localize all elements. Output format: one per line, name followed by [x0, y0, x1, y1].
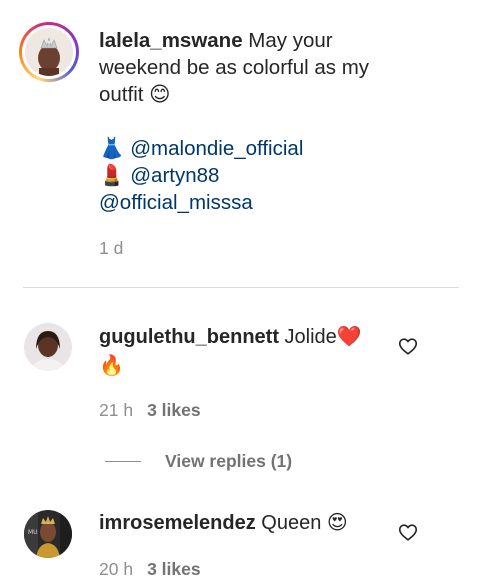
- like-comment-button[interactable]: [397, 335, 419, 357]
- lipstick-emoji: 💄: [99, 163, 125, 187]
- like-comment-button[interactable]: [397, 521, 419, 543]
- comment-time: 21 h: [99, 400, 134, 420]
- comment-username[interactable]: imrosemelendez: [99, 512, 256, 534]
- caption-username[interactable]: lalela_mswane: [99, 29, 243, 52]
- heart-outline-icon: [398, 524, 418, 541]
- svg-text:MU: MU: [28, 529, 38, 536]
- mention-misssa-link[interactable]: @official_misssa: [99, 191, 253, 214]
- caption-text-line3: outfit: [99, 83, 144, 106]
- profile-photo-icon: [25, 28, 73, 76]
- comment-1-meta: 21 h 3 likes: [99, 400, 201, 421]
- story-ring-avatar[interactable]: [19, 22, 79, 82]
- red-heart-emoji: ❤️: [336, 324, 362, 348]
- comment-text: Queen: [261, 512, 322, 534]
- comment-2-meta: 20 h 3 likes: [99, 559, 201, 580]
- comment-2: imrosemelendez Queen 😍: [99, 508, 379, 537]
- view-replies-button[interactable]: View replies (1): [165, 451, 292, 472]
- author-avatar[interactable]: [25, 28, 73, 76]
- dress-emoji: 👗: [99, 136, 125, 160]
- caption-text-line2: weekend be as colorful as my: [99, 56, 370, 79]
- commenter-avatar-imrosemelendez[interactable]: MU: [24, 510, 72, 558]
- mention-malondie-link[interactable]: @malondie_official: [130, 137, 303, 160]
- replies-line: [105, 461, 141, 462]
- profile-photo-icon: [24, 323, 72, 371]
- smile-emoji: 😊: [149, 82, 171, 106]
- profile-photo-icon: MU: [24, 510, 72, 558]
- comment-username[interactable]: gugulethu_bennett: [99, 326, 279, 348]
- heart-eyes-emoji: 😍: [326, 510, 348, 534]
- heart-outline-icon: [398, 338, 418, 355]
- commenter-avatar-gugulethu[interactable]: [24, 323, 72, 371]
- post-caption: lalela_mswane May your weekend be as col…: [99, 27, 439, 216]
- comment-likes-link[interactable]: 3 likes: [147, 400, 201, 420]
- comment-likes-link[interactable]: 3 likes: [147, 559, 201, 579]
- section-divider: [23, 287, 459, 288]
- comment-1: gugulethu_bennett Jolide❤️ 🔥: [99, 322, 379, 380]
- mention-artyn-link[interactable]: @artyn88: [130, 164, 219, 187]
- comment-text: Jolide: [284, 326, 337, 348]
- caption-text-line1: May your: [248, 29, 333, 52]
- comment-time: 20 h: [99, 559, 134, 579]
- caption-timestamp: 1 d: [99, 238, 124, 258]
- fire-emoji: 🔥: [99, 353, 124, 377]
